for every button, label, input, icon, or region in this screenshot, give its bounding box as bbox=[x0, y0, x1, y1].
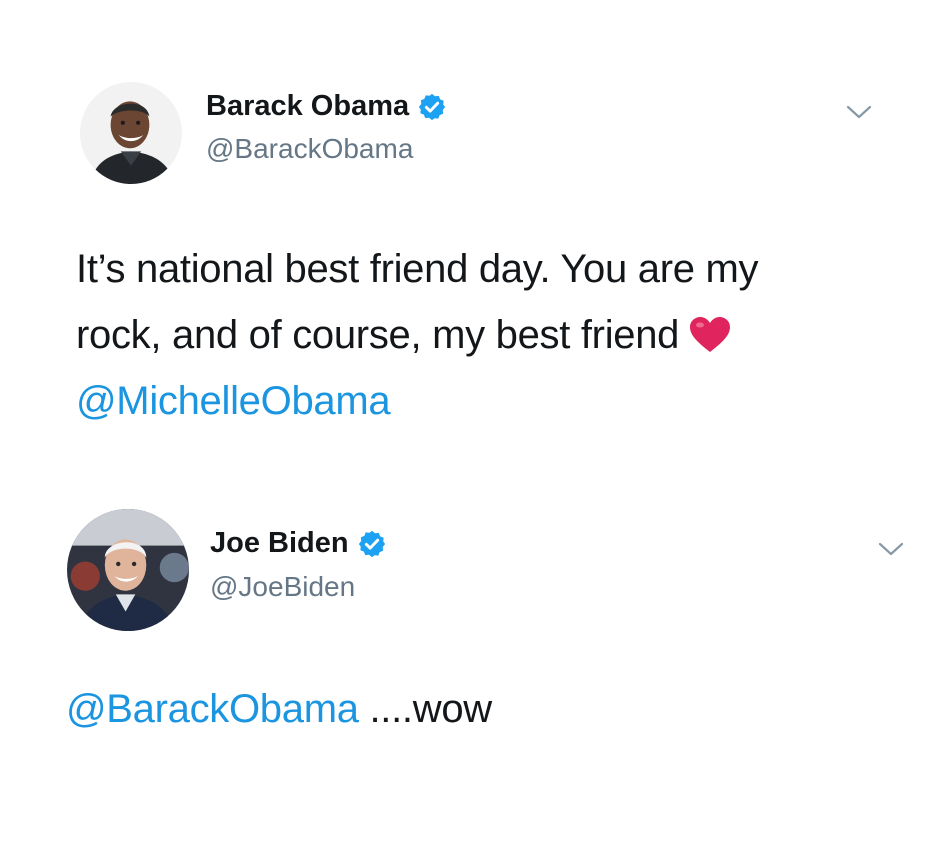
chevron-down-icon[interactable] bbox=[846, 104, 872, 120]
tweet-text-line: @BarackObama ....wow bbox=[66, 676, 906, 742]
chevron-down-icon[interactable] bbox=[878, 541, 904, 557]
verified-badge-icon bbox=[357, 529, 387, 559]
author-name-row: Barack Obama bbox=[206, 90, 447, 123]
verified-badge-icon bbox=[417, 92, 447, 122]
avatar[interactable] bbox=[67, 509, 189, 631]
tweet-text-line: rock, and of course, my best friend bbox=[76, 302, 916, 368]
mention-link[interactable]: @BarackObama bbox=[66, 687, 359, 731]
tweet-body: It’s national best friend day. You are m… bbox=[76, 236, 916, 434]
author-handle[interactable]: @BarackObama bbox=[206, 133, 413, 165]
author-name[interactable]: Barack Obama bbox=[206, 90, 409, 123]
author-name[interactable]: Joe Biden bbox=[210, 527, 349, 560]
tweet-text-line: @MichelleObama bbox=[76, 368, 916, 434]
author-name-row: Joe Biden bbox=[210, 527, 387, 560]
author-handle[interactable]: @JoeBiden bbox=[210, 571, 355, 603]
tweet-joe-biden: Joe Biden @JoeBiden @BarackObama ....wow bbox=[0, 470, 946, 846]
avatar[interactable] bbox=[80, 82, 182, 184]
tweet-barack-obama: Barack Obama @BarackObama It’s national … bbox=[0, 0, 946, 470]
tweet-text-line: It’s national best friend day. You are m… bbox=[76, 247, 759, 291]
mention-link[interactable]: @MichelleObama bbox=[76, 379, 391, 423]
tweet-screenshot: Barack Obama @BarackObama It’s national … bbox=[0, 0, 946, 846]
heart-emoji-icon bbox=[689, 316, 731, 354]
tweet-text-segment: rock, and of course, my best friend bbox=[76, 313, 680, 357]
tweet-text-segment: ....wow bbox=[358, 687, 492, 731]
tweet-body: @BarackObama ....wow bbox=[66, 676, 906, 742]
